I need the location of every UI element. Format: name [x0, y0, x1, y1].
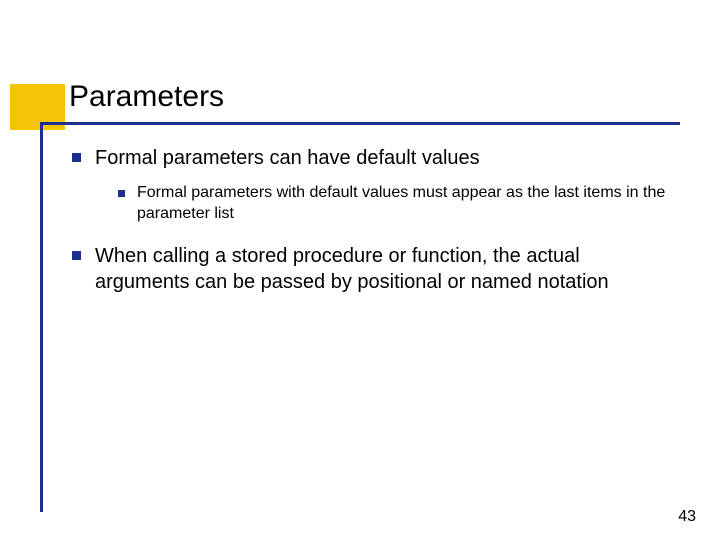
- bullet-text: When calling a stored procedure or funct…: [95, 243, 672, 295]
- square-bullet-icon: [72, 251, 81, 260]
- bullet-text: Formal parameters with default values mu…: [137, 183, 672, 225]
- slide-title: Parameters: [69, 80, 224, 114]
- slide-content: Formal parameters can have default value…: [72, 145, 672, 301]
- square-bullet-icon: [118, 190, 125, 197]
- bullet-text: Formal parameters can have default value…: [95, 145, 480, 171]
- accent-line-vertical: [40, 122, 43, 512]
- bullet-level1: When calling a stored procedure or funct…: [72, 243, 672, 295]
- accent-line-horizontal: [40, 122, 680, 125]
- page-number: 43: [678, 508, 696, 526]
- bullet-level1: Formal parameters can have default value…: [72, 145, 672, 171]
- square-bullet-icon: [72, 153, 81, 162]
- bullet-level2: Formal parameters with default values mu…: [118, 183, 672, 225]
